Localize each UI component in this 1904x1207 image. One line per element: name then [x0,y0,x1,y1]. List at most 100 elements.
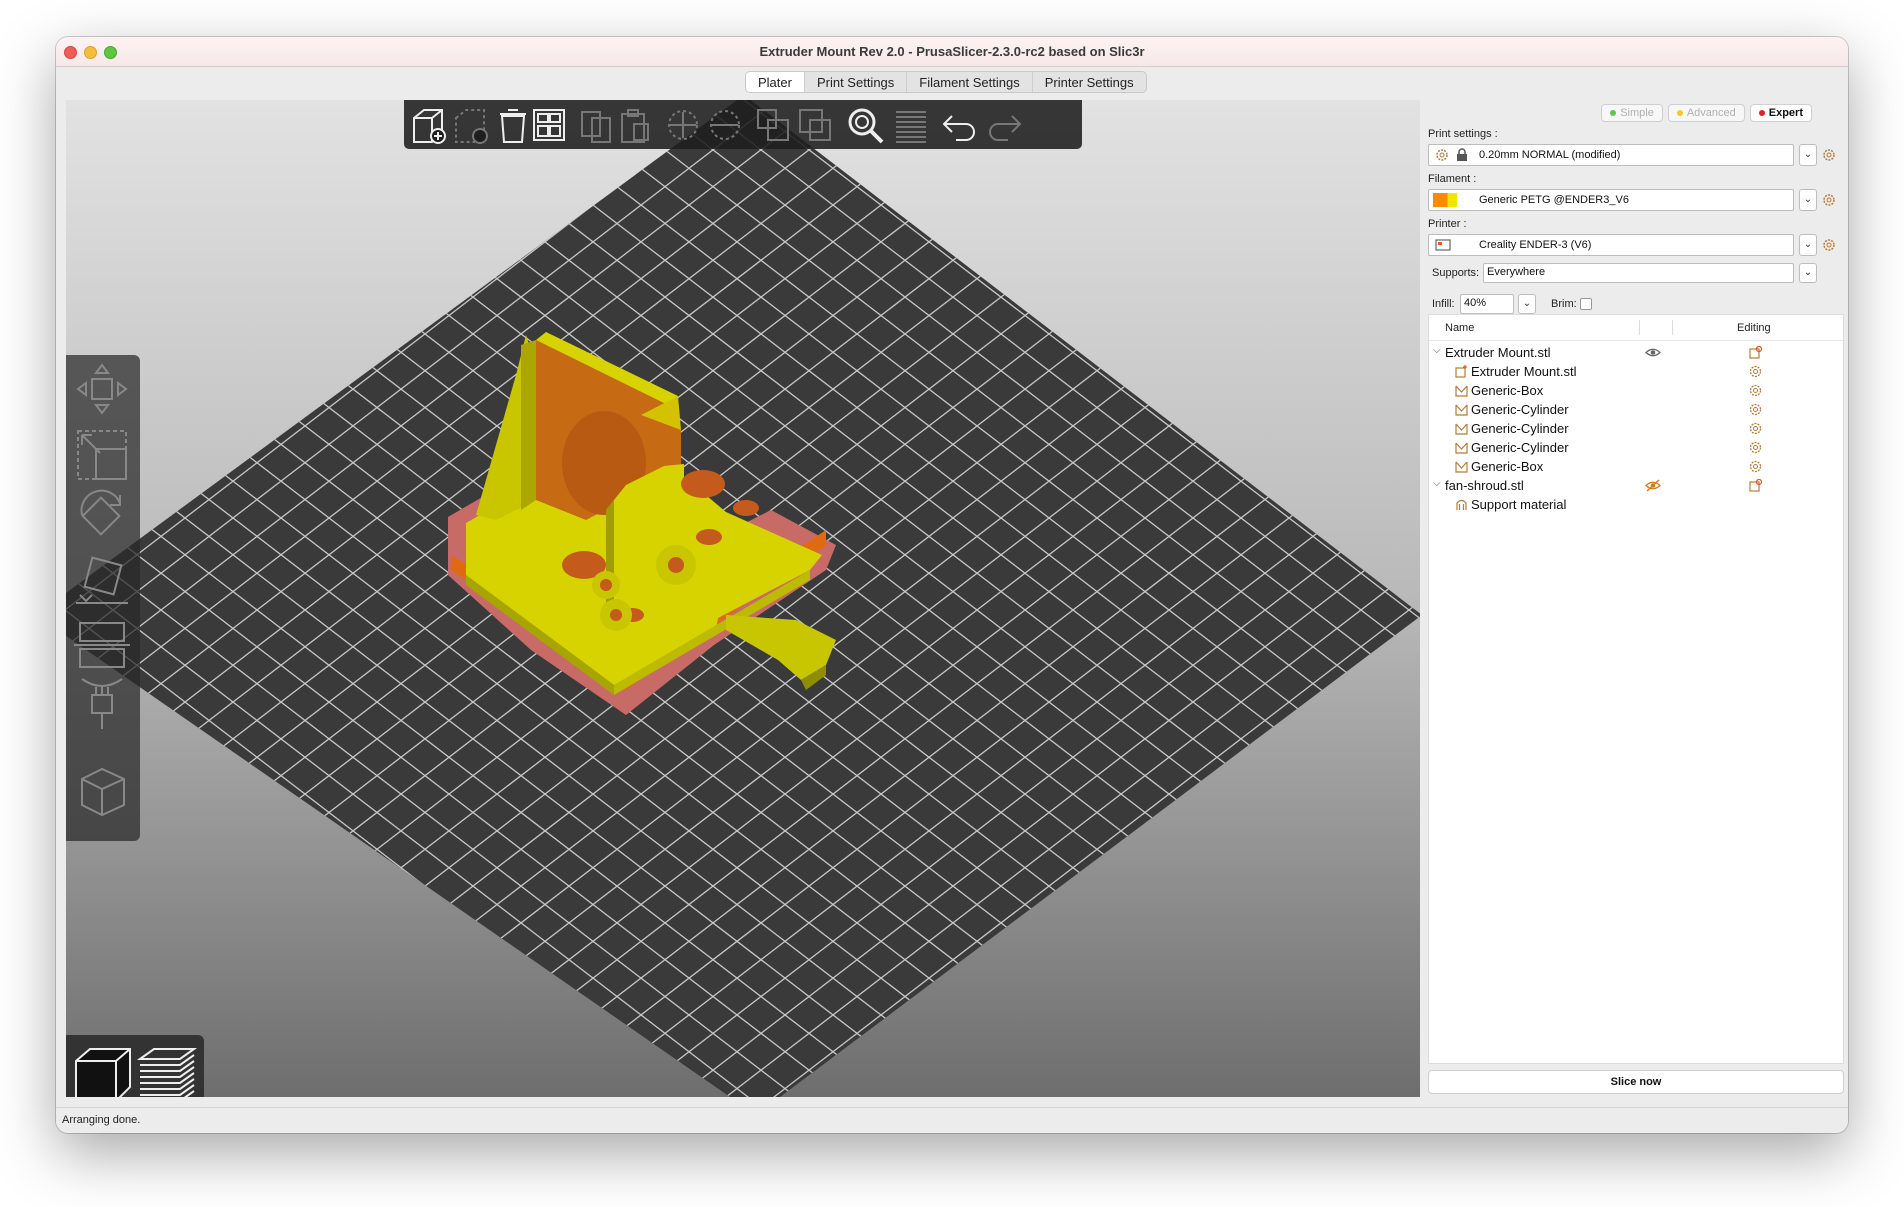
rotate-icon[interactable] [72,485,132,545]
tree-row-modifier[interactable]: Generic-Cylinder [1429,438,1843,457]
printer-gear-icon[interactable] [1822,238,1836,252]
edit-settings-icon[interactable] [1749,479,1762,492]
support-paint-icon[interactable] [72,673,132,733]
gear-icon[interactable] [1749,365,1762,378]
status-text: Arranging done. [62,1114,141,1126]
supports-select[interactable]: Everywhere [1483,263,1794,283]
modifier-icon [1455,423,1468,435]
column-divider [1639,320,1640,335]
place-on-face-icon[interactable] [72,551,132,611]
tab-filament-settings[interactable]: Filament Settings [907,72,1033,92]
print-settings-value: 0.20mm NORMAL (modified) [1479,149,1621,161]
search-icon[interactable] [844,104,886,146]
object-list-header: Name Editing [1429,315,1843,341]
tree-row-label: Generic-Cylinder [1471,440,1569,455]
chevron-down-icon: ⌄ [1803,194,1813,205]
print-bed [66,100,1420,1097]
redo-icon[interactable] [984,104,1026,146]
gear-icon[interactable] [1749,422,1762,435]
mode-selector: Simple Advanced Expert [1601,104,1812,122]
copy-icon[interactable] [576,104,618,146]
filament-gear-icon[interactable] [1822,193,1836,207]
add-icon[interactable] [408,104,450,146]
delete-icon[interactable] [450,104,492,146]
printer-dropdown-button[interactable]: ⌄ [1799,234,1817,256]
gear-icon[interactable] [1749,460,1762,473]
column-editing-header[interactable]: Editing [1737,322,1771,334]
chevron-down-icon: ⌄ [1803,149,1813,160]
cut-icon[interactable] [72,613,132,673]
print-settings-gear-icon[interactable] [1822,148,1836,162]
tab-printer-settings[interactable]: Printer Settings [1033,72,1146,92]
eye-hidden-icon[interactable] [1645,479,1661,492]
gear-icon[interactable] [1749,441,1762,454]
infill-dropdown-button[interactable]: ⌄ [1518,294,1536,314]
printer-value: Creality ENDER-3 (V6) [1479,239,1592,251]
support-icon [1456,499,1467,510]
supports-label: Supports: [1432,267,1480,279]
main-tabs: Plater Print Settings Filament Settings … [745,71,1147,93]
mode-advanced-button[interactable]: Advanced [1667,104,1745,122]
add-instance-icon[interactable] [662,104,704,146]
tree-row-modifier[interactable]: Generic-Box [1429,381,1843,400]
layers-editing-icon[interactable] [890,104,932,146]
gear-icon[interactable] [1749,384,1762,397]
tree-row-object[interactable]: ⌵ Extruder Mount.stl [1429,343,1843,362]
eye-icon[interactable] [1645,346,1661,359]
seam-icon[interactable] [72,761,132,821]
paste-icon[interactable] [614,104,656,146]
gear-icon [1436,149,1448,161]
tree-row-part[interactable]: Extruder Mount.stl [1429,362,1843,381]
mode-expert-button[interactable]: Expert [1749,104,1812,122]
status-bar: Arranging done. [56,1107,1848,1133]
split-parts-icon[interactable] [794,104,836,146]
tree-row-support[interactable]: Support material [1429,495,1843,514]
chevron-down-icon[interactable]: ⌵ [1433,478,1441,489]
top-toolbar [404,100,1082,149]
infill-field[interactable]: 40% [1460,294,1514,314]
print-settings-combo[interactable]: 0.20mm NORMAL (modified) [1428,144,1794,166]
mode-simple-label: Simple [1620,107,1654,119]
arrange-icon[interactable] [528,104,570,146]
split-objects-icon[interactable] [752,104,794,146]
simple-dot-icon [1610,110,1617,116]
supports-dropdown-button[interactable]: ⌄ [1799,263,1817,283]
filament-combo[interactable]: Generic PETG @ENDER3_V6 [1428,189,1794,211]
part-icon [1455,365,1467,378]
scale-icon[interactable] [72,425,132,485]
brim-checkbox[interactable] [1580,298,1592,310]
move-icon[interactable] [72,359,132,419]
gear-icon[interactable] [1749,403,1762,416]
print-settings-dropdown-button[interactable]: ⌄ [1799,144,1817,166]
3d-canvas[interactable] [66,100,1420,1097]
tab-plater[interactable]: Plater [746,72,805,92]
tree-row-modifier[interactable]: Generic-Cylinder [1429,400,1843,419]
tab-print-settings[interactable]: Print Settings [805,72,908,92]
chevron-down-icon: ⌄ [1803,267,1813,278]
edit-settings-icon[interactable] [1749,346,1762,359]
tree-row-object[interactable]: ⌵ fan-shroud.stl [1429,476,1843,495]
filament-value: Generic PETG @ENDER3_V6 [1479,194,1629,206]
modifier-icon [1455,404,1468,416]
mode-simple-button[interactable]: Simple [1601,104,1663,122]
printer-combo[interactable]: Creality ENDER-3 (V6) [1428,234,1794,256]
3d-view-icon[interactable] [72,1043,134,1097]
chevron-down-icon[interactable]: ⌵ [1433,345,1441,356]
mode-expert-label: Expert [1768,107,1803,119]
tree-row-label: Generic-Cylinder [1471,402,1569,417]
tree-row-label: Generic-Box [1471,383,1544,398]
modifier-icon [1455,385,1468,397]
lock-icon [1457,148,1467,161]
column-name-header[interactable]: Name [1445,322,1474,334]
infill-label: Infill: [1432,298,1455,310]
tree-row-label: Generic-Box [1471,459,1544,474]
preview-icon[interactable] [136,1043,198,1097]
undo-icon[interactable] [938,104,980,146]
tree-row-label: Extruder Mount.stl [1471,364,1577,379]
filament-label: Filament : [1428,173,1477,185]
tree-row-modifier[interactable]: Generic-Cylinder [1429,419,1843,438]
remove-instance-icon[interactable] [704,104,746,146]
filament-dropdown-button[interactable]: ⌄ [1799,189,1817,211]
slice-now-button[interactable]: Slice now [1428,1070,1844,1094]
tree-row-modifier[interactable]: Generic-Box [1429,457,1843,476]
